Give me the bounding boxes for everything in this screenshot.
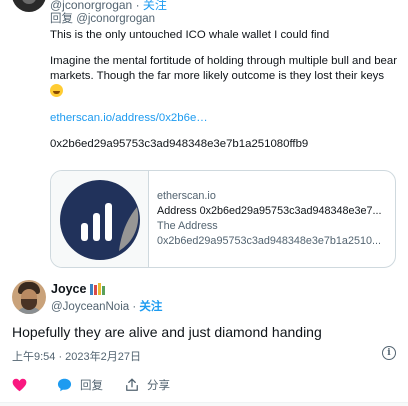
quoted-author-avatar[interactable] — [12, 0, 46, 12]
etherscan-logo-icon — [59, 180, 140, 260]
share-button-label: 分享 — [147, 380, 170, 392]
quoted-tweet-body: This is the only untouched ICO whale wal… — [50, 28, 398, 152]
etherscan-logo-thumbnail — [51, 171, 149, 267]
quoted-tweet[interactable]: @jconorgrogan · 关注 回复 @jconorgrogan This… — [0, 0, 408, 270]
reply-context-prefix: 回复 — [50, 13, 73, 25]
reply-author-name-row: Joyce — [51, 282, 106, 296]
share-button[interactable]: 分享 — [125, 377, 170, 393]
books-emoji-icon — [90, 283, 106, 295]
reply-actions-bar: 回复 分享 — [12, 376, 192, 394]
card-description: 0x2b6ed29a95753c3ad948348e3e7b1a2510... — [157, 235, 381, 247]
link-preview-card[interactable]: etherscan.io Address 0x2b6ed29a95753c3ad… — [50, 170, 396, 268]
grinning-sweat-emoji-icon — [50, 84, 63, 97]
reply-author-handle-row: @JoyceanNoia · 关注 — [51, 298, 162, 314]
reply-author-name[interactable]: Joyce — [51, 282, 86, 296]
reply-button-label: 回复 — [80, 380, 103, 392]
reply-text: Hopefully they are alive and just diamon… — [12, 324, 322, 340]
reply-follow-link[interactable]: 关注 — [139, 301, 162, 313]
share-icon — [125, 378, 139, 392]
link-card-text: etherscan.io Address 0x2b6ed29a95753c3ad… — [149, 171, 382, 267]
card-subtitle: The Address — [157, 220, 218, 232]
card-domain: etherscan.io — [157, 190, 216, 202]
reply-button[interactable]: 回复 — [57, 377, 103, 393]
comment-icon — [57, 378, 72, 392]
info-icon[interactable]: i — [382, 346, 396, 360]
reply-author-avatar[interactable] — [12, 280, 46, 314]
reply-author-handle[interactable]: @JoyceanNoia — [51, 301, 129, 313]
heart-icon — [12, 378, 27, 392]
reply-context-handle[interactable]: @jconorgrogan — [76, 13, 155, 25]
like-button[interactable] — [12, 378, 35, 392]
tweet-line: Imagine the mental fortitude of holding … — [50, 54, 398, 100]
tweet-line: This is the only untouched ICO whale wal… — [50, 29, 330, 41]
card-title: Address 0x2b6ed29a95753c3ad948348e3e7... — [157, 205, 382, 217]
etherscan-link[interactable]: etherscan.io/address/0x2b6e… — [50, 111, 398, 126]
handle-separator: · — [132, 301, 137, 313]
reply-timestamp[interactable]: 上午9:54 · 2023年2月27日 — [12, 348, 141, 364]
wallet-address-text: 0x2b6ed29a95753c3ad948348e3e7b1a251080ff… — [50, 138, 309, 150]
reply-context: 回复 @jconorgrogan — [50, 10, 155, 26]
